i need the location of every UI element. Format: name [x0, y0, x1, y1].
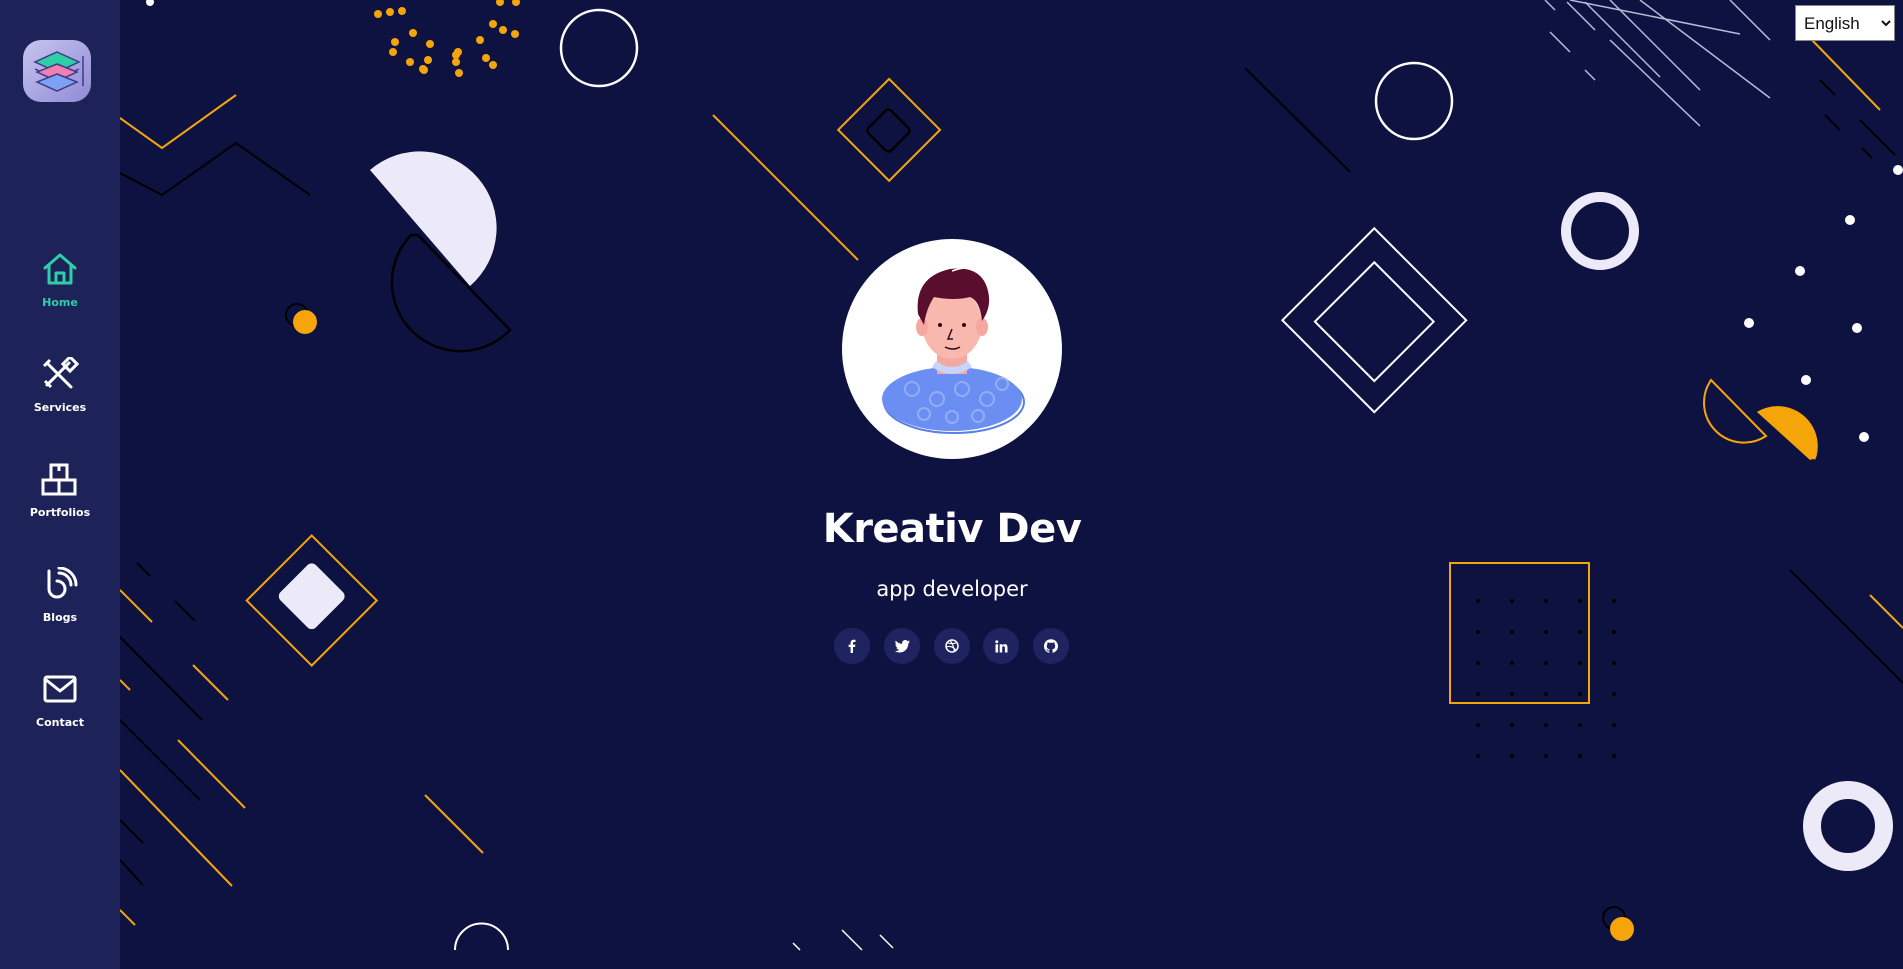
avatar — [842, 239, 1062, 459]
github-icon — [1044, 639, 1058, 653]
developer-avatar-illustration — [882, 266, 1025, 434]
nav-label-services: Services — [33, 401, 87, 414]
tools-icon — [42, 357, 79, 389]
dribbble-icon — [945, 639, 959, 653]
facebook-button[interactable] — [834, 628, 870, 664]
twitter-icon — [894, 639, 910, 652]
linkedin-button[interactable] — [983, 628, 1019, 664]
background-decoration — [119, 0, 1903, 951]
blog-icon — [47, 567, 78, 599]
linkedin-icon — [994, 639, 1007, 652]
twitter-button[interactable] — [884, 628, 920, 664]
language-select[interactable]: English — [1795, 5, 1895, 41]
profile-role: app developer — [876, 577, 1028, 601]
dribbble-button[interactable] — [934, 628, 970, 664]
boxes-icon — [41, 463, 77, 496]
nav-label-home: Home — [42, 296, 78, 309]
nav-item-portfolios[interactable]: Portfolios — [0, 462, 120, 519]
nav-label-contact: Contact — [36, 716, 84, 729]
profile-name: Kreativ Dev — [822, 506, 1082, 552]
github-button[interactable] — [1033, 628, 1069, 664]
nav-item-home[interactable]: Home — [0, 252, 120, 309]
nav-item-services[interactable]: Services — [0, 357, 120, 414]
nav-item-blogs[interactable]: Blogs — [0, 567, 120, 624]
mail-icon — [43, 675, 77, 703]
nav-item-contact[interactable]: Contact — [0, 672, 120, 729]
layers-logo-icon — [23, 40, 91, 102]
logo[interactable] — [21, 38, 93, 104]
nav-label-blogs: Blogs — [42, 611, 78, 624]
home-icon — [43, 253, 77, 285]
facebook-icon — [848, 639, 856, 653]
nav-label-portfolios: Portfolios — [29, 506, 91, 519]
sidebar: Home Services Portfolios Blogs Contact — [0, 0, 120, 969]
